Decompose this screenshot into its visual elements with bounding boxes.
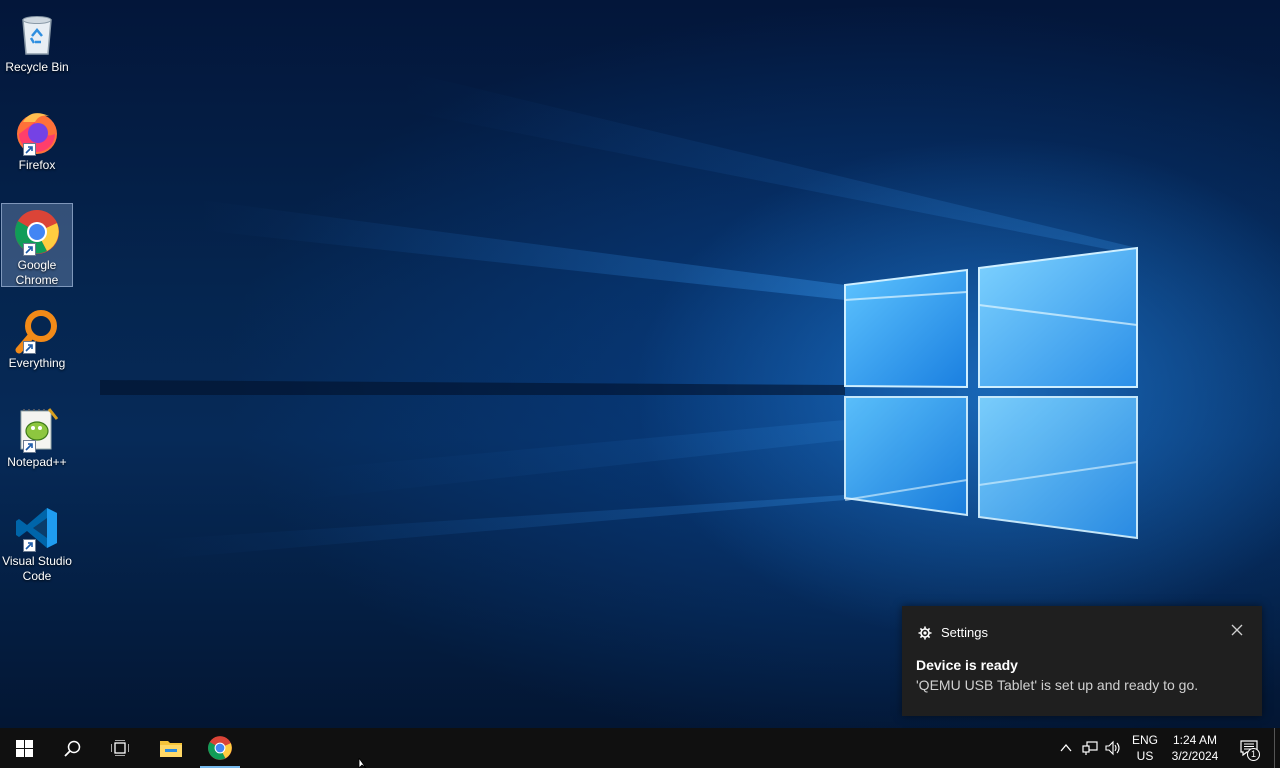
- network-icon[interactable]: [1082, 740, 1098, 756]
- taskbar-google-chrome[interactable]: [196, 728, 244, 768]
- chevron-up-icon[interactable]: [1058, 740, 1074, 756]
- close-icon[interactable]: [1230, 623, 1244, 637]
- shortcut-arrow-icon: [23, 539, 36, 552]
- task-view-button[interactable]: [96, 728, 144, 768]
- notification-count-badge: 1: [1247, 748, 1260, 761]
- desktop-icon-label: Visual Studio Code: [2, 554, 72, 583]
- desktop-icon-google-chrome[interactable]: Google Chrome: [1, 203, 73, 287]
- action-center-button[interactable]: 1: [1234, 728, 1264, 768]
- shortcut-arrow-icon: [23, 143, 36, 156]
- taskbar: ENG US 1:24 AM 3/2/2024 1: [0, 728, 1280, 768]
- chrome-icon: [13, 208, 61, 256]
- vscode-icon: [13, 504, 61, 552]
- desktop-icon-firefox[interactable]: Firefox: [1, 104, 73, 173]
- file-explorer-icon: [160, 741, 182, 757]
- toast-app-name: Settings: [941, 625, 988, 640]
- desktop-icon-everything[interactable]: Everything: [1, 302, 73, 371]
- keyboard-layout: US: [1136, 749, 1154, 763]
- firefox-icon: [13, 108, 61, 156]
- shortcut-arrow-icon: [23, 440, 36, 453]
- gear-icon: [918, 626, 932, 639]
- task-view-icon: [111, 740, 129, 756]
- clock-time: 1:24 AM: [1172, 733, 1218, 747]
- input-language-indicator[interactable]: ENG US: [1128, 732, 1162, 764]
- desktop-icon-label: Firefox: [18, 158, 56, 172]
- notepad-plus-plus-icon: [13, 405, 61, 453]
- search-icon: [63, 740, 80, 757]
- shortcut-arrow-icon: [23, 341, 36, 354]
- show-desktop-button[interactable]: [1274, 728, 1280, 768]
- everything-search-icon: [13, 306, 61, 354]
- search-button[interactable]: [48, 728, 96, 768]
- chrome-icon: [208, 736, 232, 760]
- clock[interactable]: 1:24 AM 3/2/2024: [1168, 732, 1222, 764]
- language-code: ENG: [1131, 733, 1158, 747]
- desktop-icon-recycle-bin[interactable]: Recycle Bin: [1, 6, 73, 75]
- desktop[interactable]: Recycle Bin Firefox Google Chrome Everyt…: [0, 0, 1280, 728]
- start-button[interactable]: [0, 728, 48, 768]
- mouse-cursor-icon: [358, 758, 367, 768]
- desktop-icon-label: Notepad++: [7, 455, 67, 469]
- toast-title: Device is ready: [916, 657, 1018, 673]
- desktop-icon-label: Google Chrome: [15, 258, 59, 287]
- desktop-icon-visual-studio-code[interactable]: Visual Studio Code: [1, 500, 73, 584]
- recycle-bin-icon: [13, 10, 61, 58]
- desktop-icon-label: Recycle Bin: [5, 60, 69, 74]
- toast-header: Settings: [918, 625, 988, 640]
- toast-notification[interactable]: Settings Device is ready 'QEMU USB Table…: [902, 606, 1262, 716]
- taskbar-file-explorer[interactable]: [147, 728, 195, 768]
- toast-body: 'QEMU USB Tablet' is set up and ready to…: [916, 677, 1199, 693]
- volume-icon[interactable]: [1105, 740, 1121, 756]
- shortcut-arrow-icon: [23, 243, 36, 256]
- windows-logo-icon: [15, 739, 33, 757]
- desktop-icon-notepad-plus-plus[interactable]: Notepad++: [1, 401, 73, 470]
- clock-date: 3/2/2024: [1171, 749, 1219, 763]
- desktop-icon-label: Everything: [8, 356, 66, 370]
